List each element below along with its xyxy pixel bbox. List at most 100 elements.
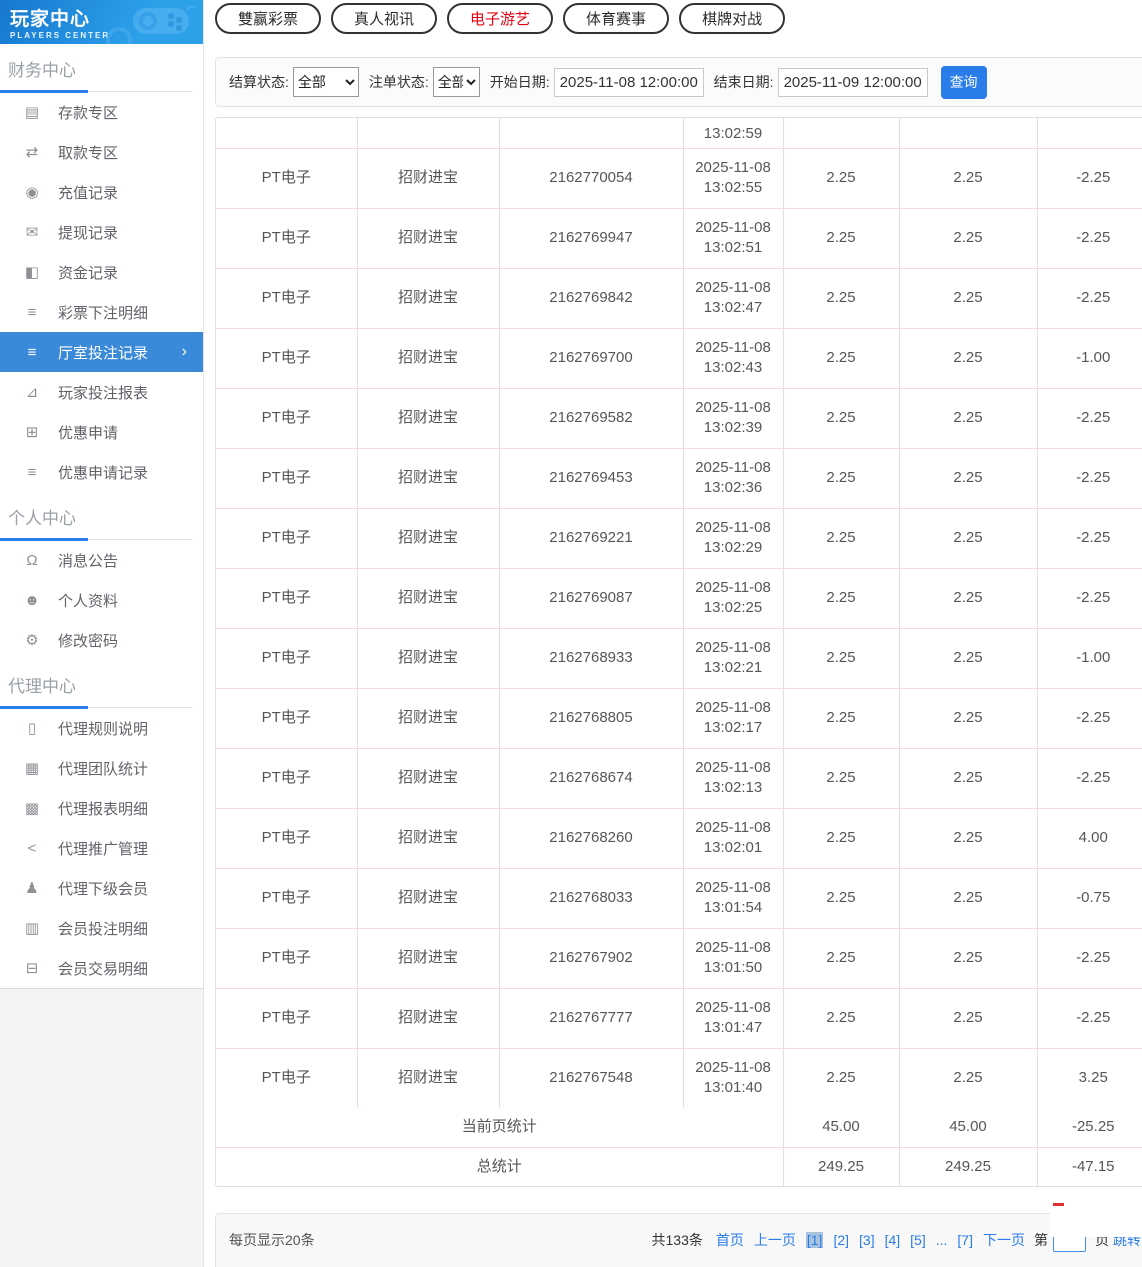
table-row: PT电子 招财进宝 2162769842 2025-11-0813:02:47 … — [216, 268, 1142, 328]
settle-status-select[interactable]: 全部 — [293, 67, 359, 97]
cell-order-number: 2162768933 — [499, 628, 683, 688]
cell-bet-time: 2025-11-0813:02:21 — [683, 628, 783, 688]
sidebar-item-label: 玩家投注报表 — [58, 382, 148, 403]
sidebar-item-member-transactions[interactable]: ⊟ 会员交易明细 › — [0, 948, 203, 988]
sidebar-item-player-report[interactable]: ⊿ 玩家投注报表 › — [0, 372, 203, 412]
cell-win-loss: -2.25 — [1037, 448, 1142, 508]
partial-row-time: 13:02:59 — [683, 118, 783, 148]
page-summary-valid: 45.00 — [899, 1108, 1037, 1147]
sidebar-item-agent-report[interactable]: ▩ 代理报表明细 › — [0, 788, 203, 828]
sidebar-item-change-password[interactable]: ⚙ 修改密码 › — [0, 620, 203, 660]
end-date-input[interactable] — [778, 68, 928, 97]
cell-game-type: PT电子 — [216, 148, 357, 208]
total-summary-valid: 249.25 — [899, 1147, 1037, 1186]
chevron-right-icon: › — [182, 343, 187, 361]
sidebar-item-label: 代理报表明细 — [58, 798, 148, 819]
sidebar-item-agent-rules[interactable]: ▯ 代理规则说明 › — [0, 708, 203, 748]
cell-win-loss: 3.25 — [1037, 1048, 1142, 1108]
cell-game-type: PT电子 — [216, 988, 357, 1048]
sidebar-item-promo-record[interactable]: ≡ 优惠申请记录 › — [0, 452, 203, 492]
sidebar-item-agent-team-stats[interactable]: ▦ 代理团队统计 › — [0, 748, 203, 788]
cell-game-type: PT电子 — [216, 628, 357, 688]
cell-game-type: PT电子 — [216, 388, 357, 448]
cell-bet-amount: 2.25 — [783, 928, 899, 988]
cell-bet-amount: 2.25 — [783, 988, 899, 1048]
sidebar-item-label: 厅室投注记录 — [58, 342, 148, 363]
menu-list-icon: ≡ — [22, 344, 42, 361]
tab-boardgames[interactable]: 棋牌对战 — [679, 3, 785, 34]
hand-money-icon: ⇄ — [22, 143, 42, 161]
cell-bet-amount: 2.25 — [783, 568, 899, 628]
sidebar-item-label: 优惠申请 — [58, 422, 118, 443]
person-icon: ☻ — [22, 592, 42, 609]
sidebar-item-hall-bet-record[interactable]: ≡ 厅室投注记录 › — [0, 332, 203, 372]
sidebar-item-agent-members[interactable]: ♟ 代理下级会员 › — [0, 868, 203, 908]
tab-egames[interactable]: 电子游艺 — [447, 3, 553, 34]
table-row: PT电子 招财进宝 2162768933 2025-11-0813:02:21 … — [216, 628, 1142, 688]
list-record-icon: ≡ — [22, 464, 42, 481]
cell-game-name: 招财进宝 — [357, 568, 499, 628]
page-4[interactable]: [4] — [885, 1232, 901, 1248]
sidebar-section-title: 个人中心 — [8, 509, 76, 528]
page-next[interactable]: 下一页 — [983, 1232, 1025, 1248]
cell-win-loss: -2.25 — [1037, 688, 1142, 748]
tab-sports[interactable]: 体育赛事 — [563, 3, 669, 34]
cell-game-name: 招财进宝 — [357, 328, 499, 388]
cell-valid-amount: 2.25 — [899, 388, 1037, 448]
sidebar-item-label: 消息公告 — [58, 550, 118, 571]
sidebar-item-profile[interactable]: ☻ 个人资料 › — [0, 580, 203, 620]
cell-bet-amount: 2.25 — [783, 1048, 899, 1108]
sidebar-item-recharge-record[interactable]: ◉ 充值记录 › — [0, 172, 203, 212]
sidebar-item-label: 彩票下注明细 — [58, 302, 148, 323]
sidebar-item-withdraw-zone[interactable]: ⇄ 取款专区 › — [0, 132, 203, 172]
sidebar-item-deposit-zone[interactable]: ▤ 存款专区 › — [0, 92, 203, 132]
cell-game-type: PT电子 — [216, 328, 357, 388]
sidebar-item-agent-promotion[interactable]: < 代理推广管理 › — [0, 828, 203, 868]
tab-label: 雙赢彩票 — [238, 8, 298, 29]
query-button[interactable]: 查询 — [941, 66, 987, 99]
sidebar-item-announcements[interactable]: Ω 消息公告 › — [0, 540, 203, 580]
sidebar-item-label: 取款专区 — [58, 142, 118, 163]
tab-lottery[interactable]: 雙赢彩票 — [215, 3, 321, 34]
start-date-input[interactable] — [554, 68, 704, 97]
total-count-label: 共133条 — [652, 1230, 703, 1250]
cell-bet-amount: 2.25 — [783, 808, 899, 868]
sidebar-item-member-bets[interactable]: ▥ 会员投注明细 › — [0, 908, 203, 948]
cell-game-name: 招财进宝 — [357, 268, 499, 328]
cell-game-name: 招财进宝 — [357, 1048, 499, 1108]
cell-order-number: 2162769700 — [499, 328, 683, 388]
cell-game-type: PT电子 — [216, 928, 357, 988]
cell-bet-time: 2025-11-0813:01:54 — [683, 868, 783, 928]
table-row: PT电子 招财进宝 2162770054 2025-11-0813:02:55 … — [216, 148, 1142, 208]
sidebar-section-header: 财务中心 — [0, 44, 203, 92]
page-prev[interactable]: 上一页 — [754, 1232, 796, 1248]
page-7[interactable]: [7] — [957, 1232, 973, 1248]
end-date-label: 结束日期: — [714, 72, 774, 92]
sidebar-item-fund-record[interactable]: ◧ 资金记录 › — [0, 252, 203, 292]
sidebar-item-promo-apply[interactable]: ⊞ 优惠申请 › — [0, 412, 203, 452]
page-5[interactable]: [5] — [910, 1232, 926, 1248]
cell-order-number: 2162768260 — [499, 808, 683, 868]
sidebar-item-label: 修改密码 — [58, 630, 118, 651]
sidebar-item-label: 充值记录 — [58, 182, 118, 203]
tab-live[interactable]: 真人视讯 — [331, 3, 437, 34]
sidebar-item-label: 代理推广管理 — [58, 838, 148, 859]
per-page-label: 每页显示20条 — [229, 1230, 315, 1250]
sidebar-item-withdraw-record[interactable]: ✉ 提现记录 › — [0, 212, 203, 252]
cell-game-name: 招财进宝 — [357, 148, 499, 208]
page-first[interactable]: 首页 — [716, 1232, 744, 1248]
table-row: PT电子 招财进宝 2162769221 2025-11-0813:02:29 … — [216, 508, 1142, 568]
cell-bet-time: 2025-11-0813:02:39 — [683, 388, 783, 448]
sidebar-section-header: 个人中心 — [0, 492, 203, 540]
sidebar-item-lottery-bets[interactable]: ≡ 彩票下注明细 › — [0, 292, 203, 332]
page-3[interactable]: [3] — [859, 1232, 875, 1248]
order-status-select[interactable]: 全部 — [433, 67, 480, 97]
cell-game-type: PT电子 — [216, 448, 357, 508]
tab-label: 棋牌对战 — [702, 8, 762, 29]
cell-valid-amount: 2.25 — [899, 628, 1037, 688]
page-2[interactable]: [2] — [833, 1232, 849, 1248]
cell-bet-time: 2025-11-0813:01:40 — [683, 1048, 783, 1108]
cell-valid-amount: 2.25 — [899, 208, 1037, 268]
table-row: PT电子 招财进宝 2162768260 2025-11-0813:02:01 … — [216, 808, 1142, 868]
cell-bet-time: 2025-11-0813:02:51 — [683, 208, 783, 268]
